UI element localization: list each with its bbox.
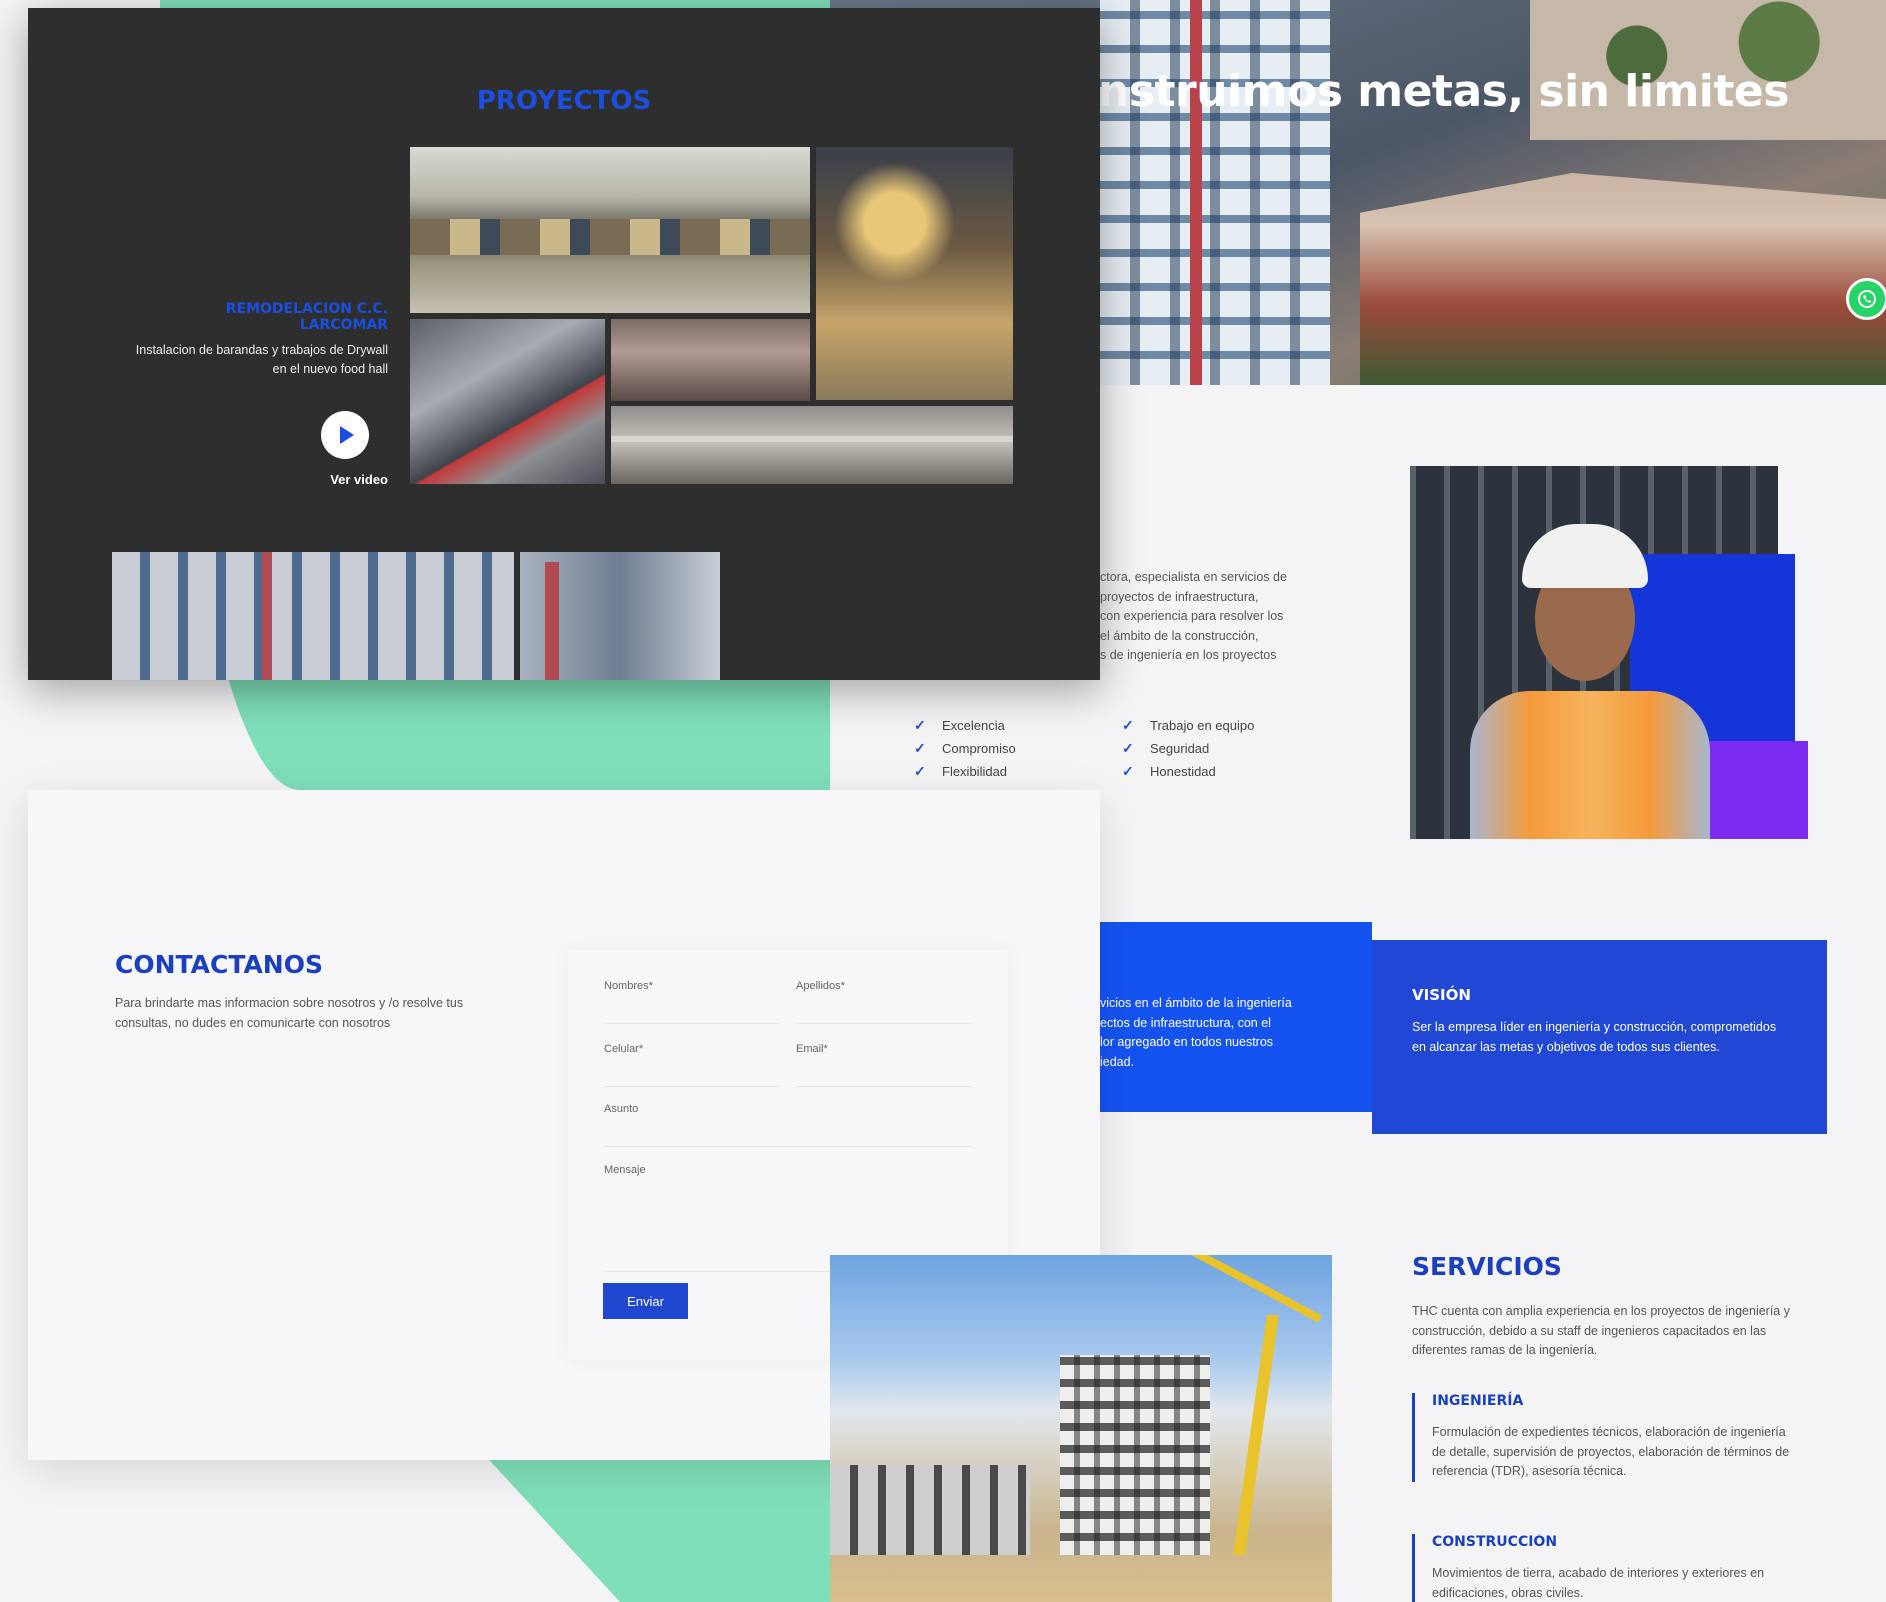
- celular-label: Celular*: [604, 1043, 644, 1055]
- check-icon: ✓: [1122, 763, 1134, 779]
- mission-line: iedad.: [1100, 1054, 1135, 1069]
- value-label: Excelencia: [942, 718, 1005, 733]
- about-line: el ámbito de la construcción,: [1100, 628, 1259, 643]
- about-line: proyectos de infraestructura,: [1100, 589, 1259, 604]
- enviar-button[interactable]: Enviar: [603, 1283, 688, 1319]
- project-photo-escalator[interactable]: [611, 406, 1013, 484]
- celular-input[interactable]: [604, 1059, 779, 1087]
- services-description: THC cuenta con amplia experiencia en los…: [1412, 1304, 1790, 1357]
- check-icon: ✓: [914, 740, 926, 756]
- mission-line: ectos de infraestructura, con el: [1100, 1015, 1271, 1030]
- project-title: REMODELACION C.C. LARCOMAR: [225, 301, 388, 333]
- email-label: Email*: [796, 1043, 828, 1055]
- projects-title: PROYECTOS: [476, 86, 652, 116]
- nombres-input[interactable]: [604, 996, 779, 1024]
- project-photo-foodhall[interactable]: [410, 147, 810, 313]
- check-icon: ✓: [1122, 717, 1134, 733]
- nombres-label: Nombres*: [604, 980, 653, 992]
- services-title: SERVICIOS: [1412, 1252, 1562, 1281]
- service-item-ingenieria: INGENIERÍA Formulación de expedientes té…: [1412, 1393, 1802, 1482]
- mensaje-label: Mensaje: [604, 1164, 646, 1176]
- value-label: Compromiso: [942, 741, 1016, 756]
- project-photo-building[interactable]: [112, 552, 514, 680]
- engineer-photo: [1410, 466, 1810, 839]
- contact-description: Para brindarte mas informacion sobre nos…: [115, 996, 464, 1030]
- value-item: ✓ Trabajo en equipo: [1122, 714, 1254, 737]
- hero-headline: nstruimos metas, sin limites: [1098, 66, 1789, 117]
- projects-section: PROYECTOS REMODELACION C.C. LARCOMAR Ins…: [28, 8, 1100, 680]
- hero-tower: [1100, 0, 1330, 385]
- about-line: s de ingeniería en los proyectos: [1100, 648, 1277, 662]
- mission-panel: vicios en el ámbito de la ingeniería ect…: [1100, 922, 1372, 1112]
- project-description: Instalacion de barandas y trabajos de Dr…: [135, 343, 388, 376]
- project-photo-building-2[interactable]: [520, 552, 720, 680]
- engineer-vest: [1470, 691, 1710, 839]
- apellidos-input[interactable]: [796, 996, 972, 1024]
- check-icon: ✓: [914, 717, 926, 733]
- vision-panel: VISIÓN Ser la empresa líder en ingenierí…: [1372, 940, 1827, 1134]
- mission-line: vicios en el ámbito de la ingeniería: [1100, 996, 1292, 1010]
- check-icon: ✓: [914, 763, 926, 779]
- hero-tower-stripe: [1190, 0, 1202, 385]
- mission-line: lor agregado en todos nuestros: [1100, 1035, 1274, 1049]
- asunto-label: Asunto: [604, 1103, 639, 1115]
- construction-photo: [830, 1255, 1332, 1602]
- service-item-construccion: CONSTRUCCIÓN Movimientos de tierra, acab…: [1412, 1534, 1802, 1602]
- whatsapp-icon[interactable]: [1846, 278, 1886, 320]
- project-photo-lamp[interactable]: [816, 147, 1013, 400]
- values-list-left: ✓ Excelencia ✓ Compromiso ✓ Flexibilidad: [914, 714, 1016, 783]
- service-text: Movimientos de tierra, acabado de interi…: [1432, 1566, 1765, 1600]
- value-label: Flexibilidad: [942, 764, 1008, 779]
- apellidos-label: Apellidos*: [796, 980, 845, 992]
- play-video-button[interactable]: [321, 411, 369, 459]
- crane-arm: [1150, 1255, 1322, 1323]
- value-item: ✓ Seguridad: [1122, 737, 1254, 760]
- service-text: Formulación de expedientes técnicos, ela…: [1432, 1425, 1790, 1478]
- crane-tower: [1233, 1315, 1279, 1555]
- project-photo-hall[interactable]: [611, 319, 810, 401]
- asunto-input[interactable]: [604, 1119, 972, 1147]
- contact-title: CONTACTANOS: [115, 950, 323, 979]
- about-line: con experiencia para resolver los: [1100, 609, 1284, 623]
- project-photo-railing[interactable]: [410, 319, 605, 484]
- value-label: Honestidad: [1150, 764, 1216, 779]
- email-input[interactable]: [796, 1059, 972, 1087]
- about-description: ctora, especialista en servicios de proy…: [1100, 568, 1320, 666]
- value-item: ✓ Flexibilidad: [914, 760, 1016, 783]
- purple-accent-block: [1700, 741, 1808, 839]
- vision-text: Ser la empresa líder en ingeniería y con…: [1412, 1020, 1777, 1054]
- value-item: ✓ Compromiso: [914, 737, 1016, 760]
- about-line: ctora, especialista en servicios de: [1100, 570, 1287, 584]
- value-label: Trabajo en equipo: [1150, 718, 1255, 733]
- value-label: Seguridad: [1150, 741, 1210, 756]
- construction-photo-low-building: [830, 1465, 1030, 1555]
- vision-title: VISIÓN: [1412, 986, 1471, 1004]
- service-title: CONSTRUCCIÓN: [1432, 1534, 1558, 1550]
- video-label[interactable]: Ver video: [330, 472, 388, 487]
- values-list-right: ✓ Trabajo en equipo ✓ Seguridad ✓ Honestida…: [1122, 714, 1254, 783]
- check-icon: ✓: [1122, 740, 1134, 756]
- construction-photo-building: [1060, 1355, 1210, 1555]
- value-item: ✓ Excelencia: [914, 714, 1016, 737]
- service-title: INGENIERÍA: [1432, 1393, 1524, 1409]
- mint-background-shape-bottom: [480, 1450, 840, 1602]
- value-item: ✓ Honestidad: [1122, 760, 1254, 783]
